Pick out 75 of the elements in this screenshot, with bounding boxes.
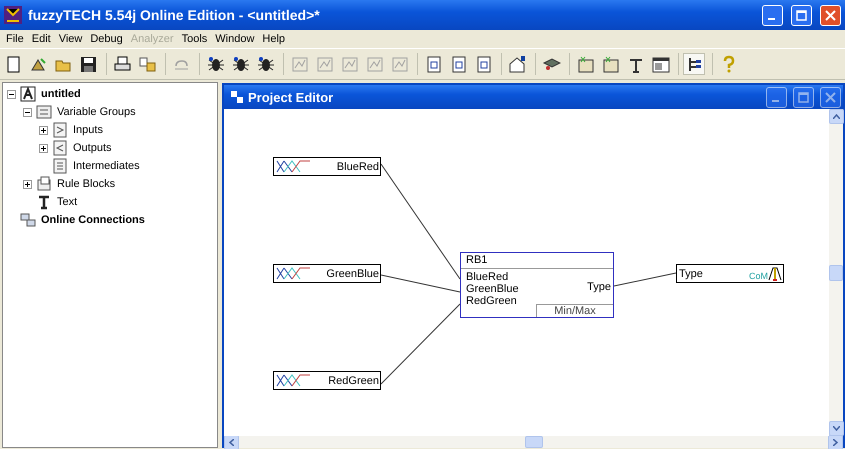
editor-icon [230,90,244,104]
menu-item[interactable]: View [54,33,86,45]
input-variable-node[interactable]: BlueRed [273,157,381,176]
maximize-icon [798,92,809,102]
list-icon [52,122,68,138]
node-label: Type [679,268,703,280]
node-label: GreenBlue [326,268,379,280]
maximize-button[interactable] [793,86,814,108]
menu-item[interactable]: Tools [178,33,212,45]
menu-item[interactable]: Debug [86,33,127,45]
tree-item[interactable]: Variable Groups [57,106,136,118]
list-icon [52,140,68,156]
scroll-right-button[interactable] [828,434,843,449]
operator-label: Min/Max [536,304,613,317]
rule-block-name: RB1 [461,253,613,269]
membership-function-icon [276,374,310,387]
plus-icon [40,144,47,152]
rule-input-label: RedGreen [466,295,518,307]
plus-icon [24,180,31,188]
expander-toggle[interactable] [39,126,48,134]
network-icon [20,212,36,228]
app-icon [4,6,22,24]
membership-function-icon [276,267,310,280]
tree-item[interactable]: Outputs [73,142,112,154]
maximize-button[interactable] [791,4,812,26]
node-label: BlueRed [336,160,379,172]
connector-line [614,272,676,286]
vertical-scrollbar[interactable] [829,109,843,436]
input-variable-node[interactable]: RedGreen [273,371,381,390]
expander-toggle[interactable] [23,180,32,188]
tree-item[interactable]: Inputs [73,124,103,136]
tree-view-icon[interactable] [683,53,705,75]
method-label: CoM [748,272,768,281]
minimize-icon [768,18,774,20]
scroll-up-button[interactable] [828,109,844,124]
horizontal-scrollbar[interactable] [224,436,843,448]
rule-input-label: GreenBlue [466,283,519,295]
minimize-button[interactable] [766,86,787,108]
rule-block-node[interactable]: RB1 BlueRed GreenBlue RedGreen Type Min/Max [460,252,614,318]
scroll-thumb[interactable] [829,264,843,280]
close-icon [825,10,836,20]
minimize-button[interactable] [762,4,783,26]
list-icon [36,104,52,120]
expander-toggle[interactable] [39,144,48,152]
tree-item[interactable]: untitled [41,88,81,100]
node-label: RedGreen [328,374,379,386]
expander-toggle[interactable] [7,90,16,98]
menu-item[interactable]: Edit [28,33,55,45]
menu-item[interactable]: Help [258,33,290,45]
output-variable-node[interactable]: Type CoM [676,264,784,283]
tree-item[interactable]: Text [57,196,78,208]
close-button[interactable] [820,4,841,26]
editor-title: Project Editor [248,90,334,104]
rule-input-label: BlueRed [466,271,510,283]
tree-item[interactable]: Intermediates [73,160,140,172]
plus-icon [40,126,47,134]
rule-block-icon [36,176,52,192]
membership-function-icon [276,160,310,173]
minimize-icon [772,100,778,102]
menu-item[interactable]: Window [211,33,258,45]
menu-item[interactable]: File [2,33,28,45]
expander-toggle[interactable] [23,108,32,116]
window-title: fuzzyTECH 5.54j Online Edition - <untitled>* [28,7,321,23]
tree-item[interactable]: Online Connections [41,214,145,226]
close-icon [825,92,836,102]
project-icon [20,86,36,102]
text-tool-icon [36,194,52,210]
rule-output-label: Type [587,281,612,293]
tree-item[interactable]: Rule Blocks [57,178,116,190]
list-icon [52,158,68,174]
maximize-icon [796,10,807,20]
scroll-thumb[interactable] [524,436,542,448]
input-variable-node[interactable]: GreenBlue [273,264,381,283]
close-button[interactable] [820,86,841,108]
defuzzification-icon [768,266,782,281]
